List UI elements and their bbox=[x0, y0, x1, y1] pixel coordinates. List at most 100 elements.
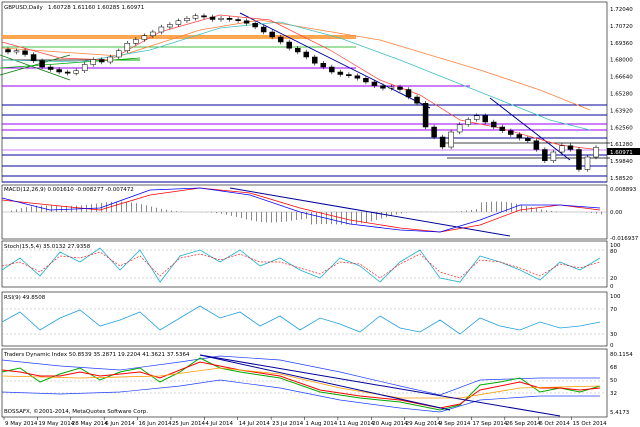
candle-body[interactable] bbox=[64, 71, 71, 74]
candle-body[interactable] bbox=[593, 147, 599, 158]
rsi-panel[interactable] bbox=[1, 291, 608, 347]
candle-body[interactable] bbox=[81, 64, 88, 71]
candle-body[interactable] bbox=[354, 75, 361, 79]
candle-body[interactable] bbox=[90, 59, 96, 65]
candle-body[interactable] bbox=[482, 115, 488, 123]
candle-body[interactable] bbox=[73, 70, 79, 74]
candle-body[interactable] bbox=[141, 35, 148, 40]
candle-body[interactable] bbox=[201, 15, 207, 18]
candle-body[interactable] bbox=[124, 43, 131, 51]
macd-bar bbox=[401, 212, 402, 214]
candle-body[interactable] bbox=[107, 56, 114, 63]
candle-body[interactable] bbox=[525, 138, 531, 141]
trading-chart[interactable]: 1.72040 1.70720 1.69360 1.68000 1.66640 1.652… bbox=[0, 0, 640, 427]
macd-bar bbox=[481, 202, 482, 212]
candle-body[interactable] bbox=[39, 60, 45, 68]
candle-body[interactable] bbox=[158, 26, 165, 33]
macd-bar bbox=[286, 212, 287, 222]
candle-body[interactable] bbox=[277, 36, 284, 43]
candle-body[interactable] bbox=[405, 89, 412, 98]
candle-body[interactable] bbox=[380, 85, 386, 89]
candle-body[interactable] bbox=[235, 19, 241, 21]
candle-body[interactable] bbox=[56, 69, 62, 73]
candle-body[interactable] bbox=[329, 66, 335, 73]
candle-body[interactable] bbox=[47, 66, 54, 70]
candle-body[interactable] bbox=[508, 130, 514, 135]
svg-text:100: 100 bbox=[610, 294, 621, 300]
candle-body[interactable] bbox=[320, 63, 327, 68]
candle-body[interactable] bbox=[5, 49, 11, 53]
candle-body[interactable] bbox=[584, 156, 591, 170]
candle-body[interactable] bbox=[559, 145, 565, 153]
candle-body[interactable] bbox=[30, 54, 37, 61]
date-label: 28 May 2014 bbox=[72, 421, 108, 427]
candle-body[interactable] bbox=[303, 51, 310, 58]
candle-body[interactable] bbox=[294, 48, 301, 53]
candle-body[interactable] bbox=[133, 39, 139, 44]
price-tick-label: 1.58520 bbox=[610, 176, 633, 182]
candle-body[interactable] bbox=[422, 103, 429, 128]
candle-body[interactable] bbox=[175, 20, 182, 25]
macd-bar bbox=[166, 209, 167, 212]
macd-bar bbox=[521, 204, 522, 212]
candle-body[interactable] bbox=[167, 24, 173, 28]
candle-body[interactable] bbox=[499, 126, 506, 131]
candle-body[interactable] bbox=[516, 134, 523, 139]
candle-body[interactable] bbox=[533, 140, 540, 150]
svg-text:20: 20 bbox=[610, 276, 617, 282]
macd-bar bbox=[261, 212, 262, 222]
macd-bar bbox=[126, 201, 127, 212]
candle-body[interactable] bbox=[209, 16, 216, 20]
macd-bar bbox=[146, 205, 147, 212]
candle-body[interactable] bbox=[550, 151, 557, 161]
candle-body[interactable] bbox=[397, 86, 403, 90]
candle-body[interactable] bbox=[371, 81, 378, 86]
candle-body[interactable] bbox=[192, 15, 199, 19]
candle-body[interactable] bbox=[567, 145, 574, 150]
stoch-panel[interactable] bbox=[1, 240, 608, 288]
candle-body[interactable] bbox=[116, 50, 122, 58]
macd-bar bbox=[301, 212, 302, 220]
candle-body[interactable] bbox=[576, 149, 582, 170]
macd-bar bbox=[381, 212, 382, 219]
macd-bar bbox=[591, 212, 592, 213]
candle-body[interactable] bbox=[448, 131, 454, 148]
svg-text:0.008893: 0.008893 bbox=[610, 187, 637, 193]
candle-body[interactable] bbox=[542, 149, 548, 161]
candle-body[interactable] bbox=[150, 31, 156, 36]
candle-body[interactable] bbox=[490, 121, 497, 128]
candle-body[interactable] bbox=[414, 96, 420, 104]
candle-body[interactable] bbox=[431, 126, 437, 138]
macd-bar bbox=[211, 212, 212, 213]
macd-bar bbox=[536, 208, 537, 212]
svg-text:80: 80 bbox=[610, 249, 617, 255]
candle-body[interactable] bbox=[252, 23, 258, 28]
price-axis: 1.72040 1.70720 1.69360 1.68000 1.66640 1.652… bbox=[607, 7, 640, 182]
candle-body[interactable] bbox=[465, 119, 471, 125]
candle-body[interactable] bbox=[346, 74, 352, 76]
candle-body[interactable] bbox=[363, 78, 369, 83]
candle-body[interactable] bbox=[98, 59, 105, 63]
price-tick-label: 1.62560 bbox=[610, 125, 633, 131]
candle-body[interactable] bbox=[473, 115, 480, 120]
candle-body[interactable] bbox=[218, 18, 224, 20]
macd-bar bbox=[356, 212, 357, 224]
price-tick-label: 1.65280 bbox=[610, 92, 633, 98]
candle-body[interactable] bbox=[269, 31, 275, 38]
candle-body[interactable] bbox=[337, 71, 344, 75]
date-label: 9 Sep 2014 bbox=[439, 421, 471, 427]
candle-body[interactable] bbox=[312, 56, 318, 64]
candle-body[interactable] bbox=[456, 124, 463, 133]
macd-bar bbox=[296, 212, 297, 221]
macd-bar bbox=[541, 209, 542, 212]
macd-bar bbox=[461, 211, 462, 212]
candle-body[interactable] bbox=[286, 41, 292, 49]
candle-body[interactable] bbox=[22, 50, 28, 55]
candle-body[interactable] bbox=[243, 20, 250, 24]
candle-body[interactable] bbox=[439, 136, 446, 148]
candle-body[interactable] bbox=[226, 18, 233, 20]
candle-body[interactable] bbox=[13, 50, 20, 53]
candle-body[interactable] bbox=[260, 26, 267, 33]
candle-body[interactable] bbox=[184, 18, 190, 21]
candle-body[interactable] bbox=[388, 86, 395, 89]
